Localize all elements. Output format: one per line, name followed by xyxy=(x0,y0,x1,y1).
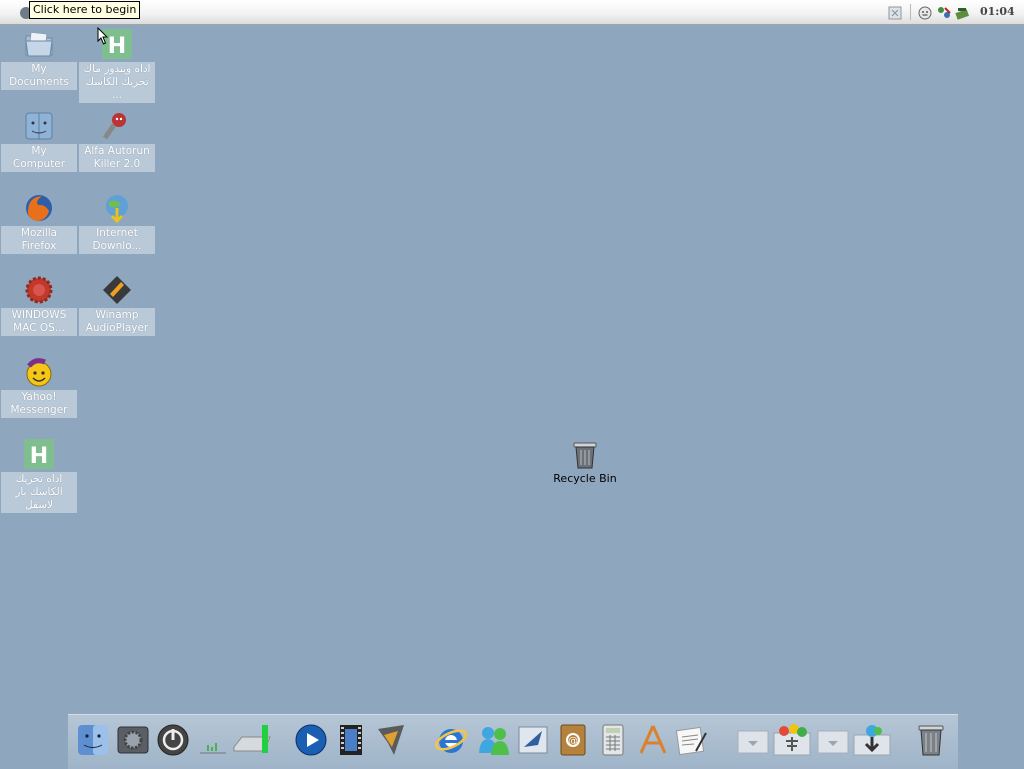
gear-red-icon xyxy=(23,274,55,306)
desktop-icon-windows-mac-os[interactable]: WINDOWS MAC OS... xyxy=(0,274,78,336)
svg-text:H: H xyxy=(30,444,48,469)
menu-bar: Click here to begin 01:04 xyxy=(0,0,1024,25)
stack-folder-icon[interactable] xyxy=(736,723,770,757)
finder-icon xyxy=(23,110,55,142)
stack-folder-icon[interactable] xyxy=(816,723,850,757)
winamp-icon xyxy=(101,274,133,306)
tray-app-icon[interactable] xyxy=(888,5,902,20)
start-tooltip: Click here to begin xyxy=(29,1,141,19)
desktop-icon-label: Yahoo! Messenger xyxy=(1,390,77,418)
h-app-icon: H xyxy=(23,438,55,470)
calculator-icon[interactable] xyxy=(596,723,630,757)
desktop-icon-label: اداه تحريك الكاسك بار لاسفل xyxy=(1,472,77,513)
clock[interactable]: 01:04 xyxy=(980,5,1015,18)
desktop-icon-my-documents[interactable]: My Documents xyxy=(0,28,78,90)
desktop-icon-alfa-autorun[interactable]: Alfa Autorun Killer 2.0 xyxy=(78,110,156,172)
power-icon[interactable] xyxy=(156,723,190,757)
desktop-icon-yahoo-messenger[interactable]: Yahoo! Messenger xyxy=(0,356,78,418)
text-edit-icon[interactable] xyxy=(674,723,708,757)
desktop-icon-firefox[interactable]: Mozilla Firefox xyxy=(0,192,78,254)
folder-icon xyxy=(23,28,55,60)
downloads-icon[interactable] xyxy=(852,723,891,757)
desktop-icon-internet-download[interactable]: Internet Downlo... xyxy=(78,192,156,254)
desktop-icon-label: My Computer xyxy=(1,144,77,172)
alfa-icon xyxy=(101,110,133,142)
internet-explorer-icon[interactable] xyxy=(434,723,468,757)
svg-text:@: @ xyxy=(568,736,578,747)
system-preferences-icon[interactable] xyxy=(116,723,150,757)
winamp-icon[interactable] xyxy=(374,723,408,757)
smiley-icon[interactable] xyxy=(918,5,932,20)
address-book-icon[interactable]: @ xyxy=(556,723,590,757)
messenger-icon[interactable] xyxy=(476,723,510,757)
trash-icon[interactable] xyxy=(916,723,950,757)
applications-folder-icon[interactable] xyxy=(772,723,811,757)
idm-icon xyxy=(101,192,133,224)
yahoo-icon xyxy=(23,356,55,388)
desktop-icon-label: Winamp AudioPlayer xyxy=(79,308,155,336)
firefox-icon xyxy=(23,192,55,224)
desktop-icon-label: Alfa Autorun Killer 2.0 xyxy=(79,144,155,172)
desktop-icon-label: اداه ويندوز ماك تحريك الكاسك ... xyxy=(79,62,155,103)
hard-drive-icon[interactable] xyxy=(232,723,271,757)
desktop-icon-arabic-tool-2[interactable]: H اداه تحريك الكاسك بار لاسفل xyxy=(0,438,78,513)
tray-separator xyxy=(910,4,911,20)
desktop-icon-my-computer[interactable]: My Computer xyxy=(0,110,78,172)
trash-icon xyxy=(571,440,599,470)
desktop-icon-winamp[interactable]: Winamp AudioPlayer xyxy=(78,274,156,336)
network-icon[interactable] xyxy=(936,5,951,19)
media-player-icon[interactable] xyxy=(294,723,328,757)
activity-monitor-icon[interactable] xyxy=(196,723,230,757)
desktop-icon-label: WINDOWS MAC OS... xyxy=(1,308,77,336)
mail-icon[interactable] xyxy=(516,723,550,757)
desktop-icon-label: Mozilla Firefox xyxy=(1,226,77,254)
video-icon[interactable] xyxy=(334,723,368,757)
mouse-cursor xyxy=(97,26,109,45)
finder-icon[interactable] xyxy=(76,723,110,757)
app-store-icon[interactable] xyxy=(636,723,670,757)
desktop-icon-label: My Documents xyxy=(1,62,77,90)
svg-text:H: H xyxy=(108,34,126,59)
desktop-icon-label: Internet Downlo... xyxy=(79,226,155,254)
dock: @ xyxy=(68,714,958,769)
desktop-icon-arabic-tool-1[interactable]: H اداه ويندوز ماك تحريك الكاسك ... xyxy=(78,28,156,103)
desktop-icon-label: Recycle Bin xyxy=(553,472,617,485)
disk-icon[interactable] xyxy=(954,5,970,20)
desktop-icon-recycle-bin[interactable]: Recycle Bin xyxy=(548,440,622,485)
